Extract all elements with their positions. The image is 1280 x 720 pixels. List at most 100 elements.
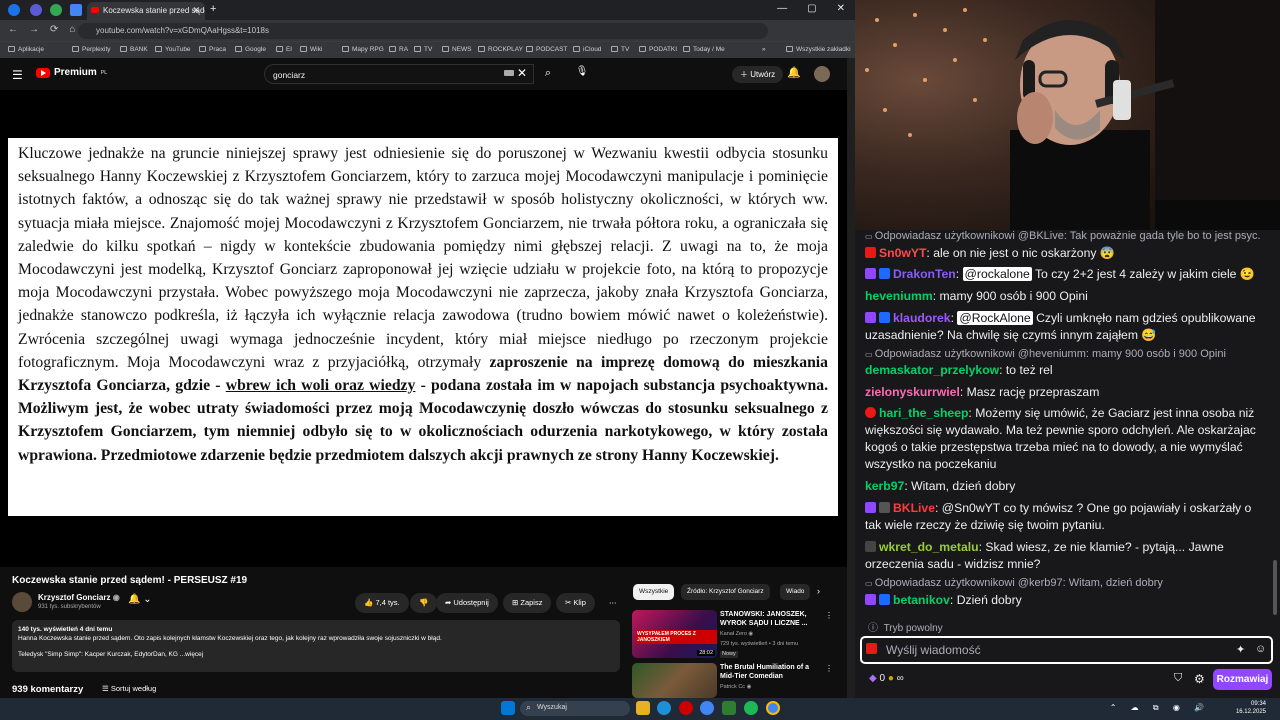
chip-all[interactable]: Wszystkie: [633, 584, 675, 600]
close-window-button[interactable]: ✕: [837, 3, 845, 14]
bookmarks-more-button[interactable]: »: [762, 46, 766, 53]
search-input[interactable]: gonciarz: [264, 64, 534, 84]
chat-message[interactable]: hari_the_sheep: Możemy się umówić, że Ga…: [865, 405, 1260, 473]
shield-icon[interactable]: ⛉: [1174, 672, 1182, 685]
maximize-button[interactable]: ▢: [807, 3, 816, 14]
tab-close-icon[interactable]: ✕: [192, 5, 200, 16]
bookmark[interactable]: NEWS: [442, 46, 472, 53]
more-actions-button[interactable]: ⋯: [600, 593, 626, 613]
bookmark[interactable]: Wiki: [300, 46, 322, 53]
new-tab-button[interactable]: +: [210, 3, 216, 15]
file-explorer-icon[interactable]: [636, 701, 650, 715]
bell-icon[interactable]: 🔔: [787, 66, 801, 79]
save-button[interactable]: ⊞ Zapisz: [503, 593, 552, 613]
recommendation-title[interactable]: STANOWSKI: JANOSZEK, WYROK SĄDU I LICZNE…: [720, 610, 820, 628]
youtube-logo[interactable]: Premium PL: [36, 67, 107, 78]
chrome-icon[interactable]: [766, 701, 780, 715]
chevron-right-icon[interactable]: ›: [817, 586, 820, 596]
start-icon[interactable]: [501, 701, 515, 715]
folder-icon: [342, 46, 349, 52]
opera-icon[interactable]: [679, 701, 693, 715]
tab-active[interactable]: Koczewska stanie przed sądem! ✕: [87, 2, 205, 20]
bookmark[interactable]: Today / Me: [683, 46, 725, 53]
app-icon[interactable]: [722, 701, 736, 715]
description-box[interactable]: 140 tys. wyświetleń 4 dni temu Hanna Koc…: [12, 620, 620, 672]
keyboard-icon[interactable]: [504, 70, 514, 76]
chat-message[interactable]: klaudorek: @RockAlone Czyli umknęło nam …: [865, 310, 1260, 344]
profile-icon[interactable]: [8, 4, 20, 16]
clock[interactable]: 09:34 16.12.2025: [1236, 700, 1266, 716]
back-button[interactable]: ←: [8, 24, 18, 35]
url-field[interactable]: youtube.com/watch?v=xGDmQAaHgss&t=1018s: [78, 23, 768, 39]
bookmark[interactable]: El: [276, 46, 292, 53]
all-bookmarks[interactable]: Wszystkie zakładki: [786, 46, 851, 53]
emote-icon[interactable]: ☺: [1255, 643, 1266, 655]
bookmark[interactable]: Praca: [199, 46, 226, 53]
folder-icon: [276, 46, 283, 52]
bookmark[interactable]: YouTube: [155, 46, 191, 53]
chat-message[interactable]: demaskator_przelykow: to też rel: [865, 362, 1260, 379]
magic-icon[interactable]: ✦: [1236, 643, 1245, 656]
bookmark[interactable]: ROCKPLAY: [478, 46, 523, 53]
like-button[interactable]: 👍 7,4 tys.: [355, 593, 409, 613]
bookmark[interactable]: BANK: [120, 46, 148, 53]
create-button[interactable]: ＋ Utwórz: [732, 66, 784, 83]
notification-bell-icon[interactable]: 🔔 ⌄: [128, 594, 152, 605]
taskbar-search[interactable]: Wyszukaj: [520, 701, 630, 716]
share-button[interactable]: ➦ Udostępnij: [436, 593, 498, 613]
home-button[interactable]: ⌂: [69, 24, 75, 35]
clear-search-icon[interactable]: ✕: [517, 66, 527, 80]
chat-message[interactable]: BKLive: @Sn0wYT co ty mówisz ? One go po…: [865, 500, 1260, 534]
avatar[interactable]: [814, 66, 830, 82]
extension-icon[interactable]: [50, 4, 62, 16]
chat-scrollbar[interactable]: [1273, 560, 1277, 615]
bookmark[interactable]: PODATKI: [639, 46, 677, 53]
chat-message[interactable]: wkret_do_metalu: Skad wiesz, ze nie klam…: [865, 539, 1260, 573]
edge-icon[interactable]: [657, 701, 671, 715]
bookmark[interactable]: TV: [414, 46, 432, 53]
extension-icon[interactable]: [30, 4, 42, 16]
recommendation-title[interactable]: The Brutal Humiliation of a Mid-Tier Com…: [720, 663, 820, 681]
chat-message[interactable]: zielonyskurrwiel: Masz rację przepraszam: [865, 384, 1260, 401]
chat-input-badge-icon[interactable]: [866, 643, 877, 654]
more-icon[interactable]: ⋮: [825, 664, 833, 673]
chat-message[interactable]: Sn0wYT: ale on nie jest o nic oskarżony …: [865, 245, 1260, 262]
dislike-button[interactable]: 👎: [410, 593, 438, 613]
chip-news[interactable]: Wiado: [780, 584, 810, 600]
bookmark[interactable]: PODCAST: [526, 46, 567, 53]
bookmark-apps[interactable]: Aplikacje: [8, 46, 44, 53]
recommendation-thumbnail[interactable]: WYSYPAŁEM PROCES Z JANOSZKIEM 28:02: [632, 610, 717, 658]
bits-counter[interactable]: ◆ 0 ● ∞: [869, 673, 904, 684]
sort-button[interactable]: ☰ Sortuj według: [102, 684, 156, 693]
gear-icon[interactable]: ⚙: [1194, 672, 1205, 686]
recommendation-thumbnail[interactable]: [632, 663, 717, 698]
forward-button[interactable]: →: [29, 24, 39, 35]
chat-message[interactable]: heveniumm: mamy 900 osób i 900 Opini: [865, 288, 1260, 305]
bookmark[interactable]: Mapy RPG: [342, 46, 384, 53]
chat-send-button[interactable]: Rozmawiaj: [1213, 669, 1272, 690]
chat-message[interactable]: kerb97: Witam, dzień dobry: [865, 478, 1260, 495]
tab-icon[interactable]: [70, 4, 82, 16]
clip-button[interactable]: ✂ Klip: [556, 593, 595, 613]
bookmark[interactable]: Perplexity: [72, 46, 111, 53]
menu-icon[interactable]: ☰: [12, 68, 23, 82]
bookmark[interactable]: iCloud: [573, 46, 601, 53]
chip-source[interactable]: Źródło: Krzysztof Gonciarz: [681, 584, 770, 600]
spotify-icon[interactable]: [744, 701, 758, 715]
more-icon[interactable]: ⋮: [825, 611, 833, 620]
microphone-icon[interactable]: 🎙: [574, 66, 590, 82]
chat-message[interactable]: DrakonTen: @rockalone To czy 2+2 jest 4 …: [865, 266, 1260, 283]
channel-name[interactable]: Krzysztof Gonciarz ◉: [38, 593, 120, 602]
chat-input[interactable]: Wyślij wiadomość: [860, 636, 1273, 664]
reload-button[interactable]: ⟳: [50, 24, 58, 35]
system-tray[interactable]: ⌃ ☁ ⧉ ◉ 🔊: [1110, 703, 1210, 713]
minimize-button[interactable]: —: [777, 3, 787, 14]
bookmark[interactable]: RA: [389, 46, 408, 53]
bookmark[interactable]: TV: [611, 46, 629, 53]
search-icon[interactable]: ⌕: [537, 64, 559, 84]
bookmark[interactable]: Google: [235, 46, 266, 53]
chrome-icon[interactable]: [700, 701, 714, 715]
scrollbar[interactable]: [847, 58, 855, 698]
chat-message[interactable]: betanikov: Dzień dobry: [865, 592, 1260, 609]
channel-avatar[interactable]: [12, 592, 32, 612]
